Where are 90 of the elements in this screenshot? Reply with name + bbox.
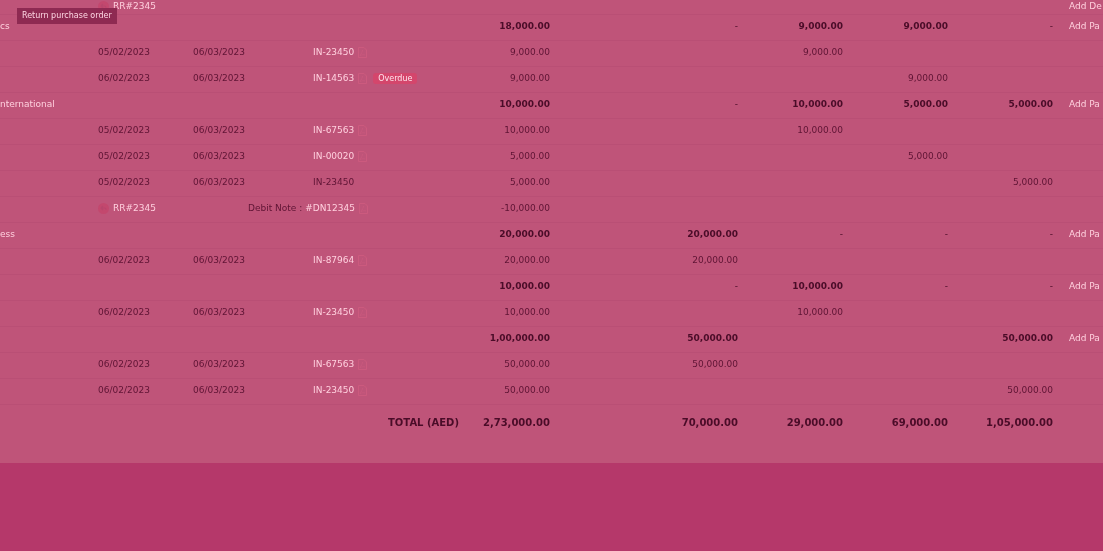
amount-text: 50,000.00 [1007, 385, 1053, 396]
amount-text: 20,000.00 [687, 229, 738, 240]
date-text: 06/02/2023 [98, 255, 150, 266]
amount-text: 50,000.00 [692, 359, 738, 370]
date-text: 05/02/2023 [98, 47, 150, 58]
date-text: 05/02/2023 [98, 177, 150, 188]
customer-link[interactable]: nternational [0, 99, 55, 110]
date-text: 06/02/2023 [98, 73, 150, 84]
date-text: 06/03/2023 [193, 125, 245, 136]
amount-text: 10,000.00 [797, 307, 843, 318]
add-payment-link[interactable]: Add Pa [1069, 333, 1100, 344]
invoice-number: IN-23450 [313, 177, 355, 188]
customer-link[interactable]: ess [0, 229, 15, 240]
empty-value: - [839, 229, 843, 240]
amount-text: 20,000.00 [499, 229, 550, 240]
amount-text: 9,000.00 [907, 73, 948, 84]
date-text: 05/02/2023 [98, 151, 150, 162]
amount-text: 10,000.00 [499, 281, 550, 292]
debit-note-link[interactable]: #DN12345 [305, 203, 355, 214]
amount-text: 9,000.00 [509, 47, 550, 58]
amount-text: 5,000.00 [1012, 177, 1053, 188]
amount-text: 5,000.00 [1008, 99, 1053, 110]
amount-text: 70,000.00 [681, 416, 738, 428]
amount-text: 50,000.00 [1002, 333, 1053, 344]
amount-text: 20,000.00 [504, 255, 550, 266]
amount-text: 9,000.00 [903, 21, 948, 32]
total-label: TOTAL (AED) [388, 416, 459, 428]
date-text: 06/03/2023 [193, 255, 245, 266]
tooltip: Return purchase order [17, 8, 117, 24]
customer-link[interactable]: cs [0, 21, 10, 32]
return-link[interactable]: RR#2345 [113, 203, 156, 214]
date-text: 05/02/2023 [98, 125, 150, 136]
invoice-link[interactable]: IN-23450 [313, 47, 355, 58]
empty-value: - [1049, 281, 1053, 292]
amount-text: 10,000.00 [792, 99, 843, 110]
invoice-link[interactable]: IN-14563 [313, 73, 355, 84]
amount-text: 50,000.00 [687, 333, 738, 344]
add-payment-link[interactable]: Add Pa [1069, 21, 1100, 32]
invoice-link[interactable]: IN-87964 [313, 255, 355, 266]
date-text: 06/03/2023 [193, 47, 245, 58]
amount-text: 5,000.00 [903, 99, 948, 110]
date-text: 06/03/2023 [193, 359, 245, 370]
amount-text: 2,73,000.00 [482, 416, 550, 428]
amount-text: 29,000.00 [786, 416, 843, 428]
invoice-link[interactable]: IN-23450 [313, 307, 355, 318]
invoice-link[interactable]: IN-00020 [313, 151, 355, 162]
add-payment-link[interactable]: Add Pa [1069, 281, 1100, 292]
amount-text: 10,000.00 [797, 125, 843, 136]
amount-text: 50,000.00 [504, 385, 550, 396]
return-link[interactable]: RR#2345 [113, 1, 156, 11]
amount-text: 10,000.00 [499, 99, 550, 110]
amount-text: 10,000.00 [504, 125, 550, 136]
date-text: 06/02/2023 [98, 307, 150, 318]
amount-text: 20,000.00 [692, 255, 738, 266]
empty-value: - [734, 99, 738, 110]
empty-value: - [734, 281, 738, 292]
amount-text: 5,000.00 [509, 151, 550, 162]
status-badge: Overdue [373, 73, 418, 85]
amount-text: -10,000.00 [500, 203, 550, 214]
amount-text: 18,000.00 [499, 21, 550, 32]
empty-value: - [944, 281, 948, 292]
date-text: 06/03/2023 [193, 177, 245, 188]
empty-value: - [944, 229, 948, 240]
date-text: 06/03/2023 [193, 385, 245, 396]
date-text: 06/03/2023 [193, 73, 245, 84]
invoice-link[interactable]: IN-67563 [313, 125, 355, 136]
amount-text: 1,05,000.00 [985, 416, 1053, 428]
amount-text: 9,000.00 [798, 21, 843, 32]
empty-value: - [1049, 229, 1053, 240]
invoice-link[interactable]: IN-67563 [313, 359, 355, 370]
date-text: 06/03/2023 [193, 151, 245, 162]
empty-value: - [1049, 21, 1053, 32]
date-text: 06/02/2023 [98, 359, 150, 370]
date-text: 06/03/2023 [193, 307, 245, 318]
amount-text: 69,000.00 [891, 416, 948, 428]
add-payment-link[interactable]: Add Pa [1069, 229, 1100, 240]
amount-text: 5,000.00 [907, 151, 948, 162]
add-payment-link[interactable]: Add Pa [1069, 99, 1100, 110]
amount-text: 5,000.00 [509, 177, 550, 188]
amount-text: 10,000.00 [792, 281, 843, 292]
amount-text: 10,000.00 [504, 307, 550, 318]
empty-value: - [734, 21, 738, 32]
date-text: 06/02/2023 [98, 385, 150, 396]
note-label: Debit Note : [248, 203, 304, 214]
amount-text: 9,000.00 [802, 47, 843, 58]
amount-text: 9,000.00 [509, 73, 550, 84]
invoice-link[interactable]: IN-23450 [313, 385, 355, 396]
amount-text: 1,00,000.00 [489, 333, 550, 344]
amount-text: 50,000.00 [504, 359, 550, 370]
add-debit-link[interactable]: Add De [1069, 1, 1102, 11]
